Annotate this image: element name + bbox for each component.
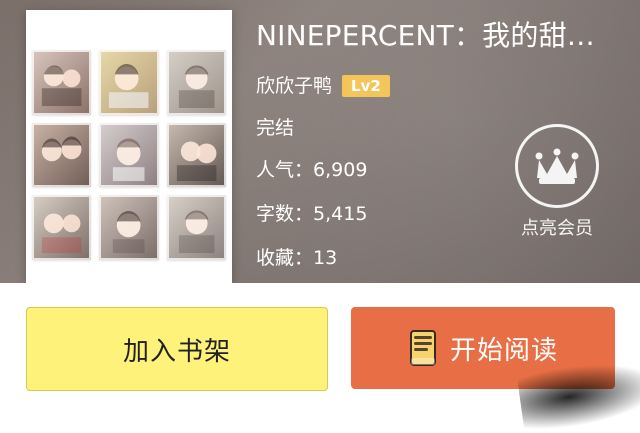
cover-photo: [166, 122, 226, 188]
stat-value: 13: [313, 247, 338, 269]
author-row: 欣欣子鸭 Lv2: [256, 72, 390, 100]
photo-illustration: [113, 138, 145, 181]
cover-photo: [99, 195, 159, 260]
photo-illustration: [176, 141, 217, 181]
add-to-shelf-button[interactable]: 加入书架: [26, 307, 328, 391]
stat-value: 5,415: [313, 203, 368, 225]
cover-photo: [32, 195, 92, 260]
stat-value: 6,909: [313, 159, 368, 181]
photo-illustration: [113, 211, 145, 254]
book-title: NINEPERCENT：我的甜…: [256, 19, 595, 52]
stat-label: 字数：: [256, 203, 314, 225]
book-status: 完结: [256, 117, 295, 139]
photo-illustration: [41, 136, 82, 161]
cover-photo: [99, 50, 159, 115]
start-reading-label: 开始阅读: [449, 335, 558, 366]
book-header: NINEPERCENT：我的甜… 欣欣子鸭 Lv2 完结 人气：6,909 字数…: [0, 0, 640, 283]
start-reading-content: 开始阅读: [408, 328, 558, 368]
start-reading-button[interactable]: 开始阅读: [351, 307, 615, 389]
cover-photo: [166, 195, 226, 260]
book-info: NINEPERCENT：我的甜… 欣欣子鸭 Lv2 完结 人气：6,909 字数…: [256, 0, 636, 283]
vip-activate-button[interactable]: 点亮会员: [512, 124, 602, 244]
cover-photo: [32, 50, 92, 115]
vip-label: 点亮会员: [521, 218, 593, 239]
stat-label: 人气：: [256, 159, 314, 181]
cover-photo: [99, 122, 159, 188]
stat-word-count: 字数：5,415: [256, 200, 367, 228]
stat-favorites: 收藏：13: [256, 244, 337, 272]
photo-illustration: [109, 64, 149, 109]
book-cover[interactable]: [26, 10, 232, 283]
crown-icon: [515, 124, 599, 208]
photo-illustration: [178, 65, 215, 109]
photo-illustration: [178, 210, 215, 254]
photo-illustration: [41, 213, 82, 254]
author-level-badge: Lv2: [342, 75, 390, 97]
stat-label: 收藏：: [256, 247, 314, 269]
action-bar: 加入书架 开始阅读: [0, 283, 640, 433]
book-icon: [409, 330, 436, 366]
cover-photo: [32, 122, 92, 188]
cover-photo: [166, 50, 226, 115]
cover-photo-grid: [32, 50, 226, 260]
stat-popularity: 人气：6,909: [256, 156, 367, 184]
photo-illustration: [41, 65, 82, 107]
author-name[interactable]: 欣欣子鸭: [256, 72, 332, 100]
add-to-shelf-label: 加入书架: [122, 336, 231, 367]
